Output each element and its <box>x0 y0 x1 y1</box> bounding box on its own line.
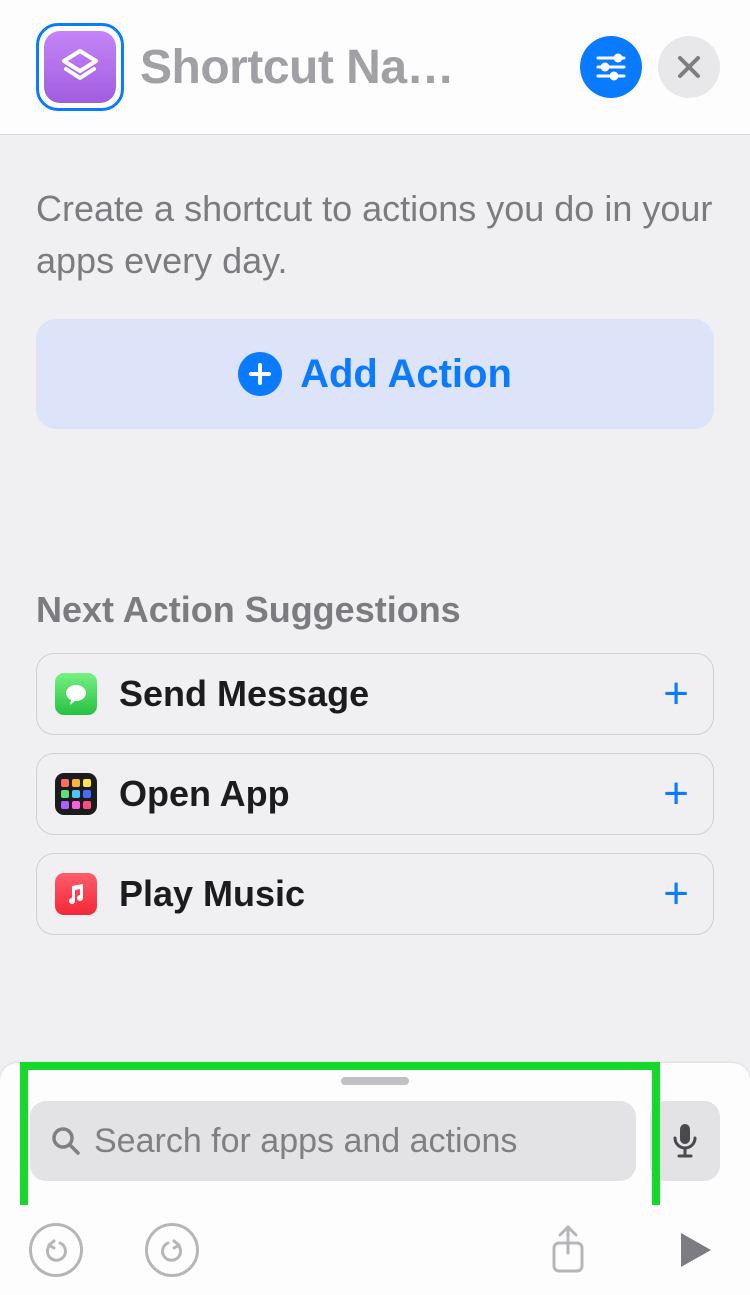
add-action-label: Add Action <box>300 352 512 397</box>
suggestions-heading: Next Action Suggestions <box>36 589 714 631</box>
search-input[interactable] <box>94 1122 616 1161</box>
sliders-icon <box>594 50 628 84</box>
suggestion-label: Play Music <box>119 873 641 915</box>
search-icon <box>50 1125 82 1157</box>
shortcut-app-icon[interactable] <box>36 23 124 111</box>
settings-button[interactable] <box>580 36 642 98</box>
suggestion-label: Send Message <box>119 673 641 715</box>
play-icon <box>673 1229 715 1271</box>
search-field[interactable] <box>30 1101 636 1181</box>
search-row <box>30 1101 720 1181</box>
header-bar: Shortcut Na… <box>0 0 750 135</box>
redo-icon <box>145 1223 199 1277</box>
music-icon <box>55 873 97 915</box>
add-suggestion-icon: + <box>663 669 689 719</box>
bottom-toolbar <box>0 1205 750 1295</box>
intro-text: Create a shortcut to actions you do in y… <box>36 183 714 287</box>
add-action-button[interactable]: Add Action <box>36 319 714 429</box>
share-button[interactable] <box>540 1222 596 1278</box>
shortcuts-glyph <box>44 31 116 103</box>
microphone-icon <box>670 1122 700 1160</box>
undo-icon <box>29 1223 83 1277</box>
shortcut-title[interactable]: Shortcut Na… <box>140 40 564 95</box>
suggestion-play-music[interactable]: Play Music + <box>36 853 714 935</box>
suggestion-open-app[interactable]: Open App + <box>36 753 714 835</box>
play-button[interactable] <box>666 1222 722 1278</box>
app-grid-icon <box>55 773 97 815</box>
share-icon <box>548 1225 588 1275</box>
close-button[interactable] <box>658 36 720 98</box>
plus-circle-icon <box>238 352 282 396</box>
redo-button[interactable] <box>144 1222 200 1278</box>
suggestion-send-message[interactable]: Send Message + <box>36 653 714 735</box>
add-suggestion-icon: + <box>663 869 689 919</box>
suggestion-label: Open App <box>119 773 641 815</box>
drawer-grabber[interactable] <box>341 1077 409 1085</box>
add-suggestion-icon: + <box>663 769 689 819</box>
search-drawer[interactable] <box>0 1063 750 1205</box>
messages-icon <box>55 673 97 715</box>
main-content: Create a shortcut to actions you do in y… <box>0 135 750 935</box>
dictation-button[interactable] <box>650 1101 720 1181</box>
undo-button[interactable] <box>28 1222 84 1278</box>
close-icon <box>676 54 702 80</box>
